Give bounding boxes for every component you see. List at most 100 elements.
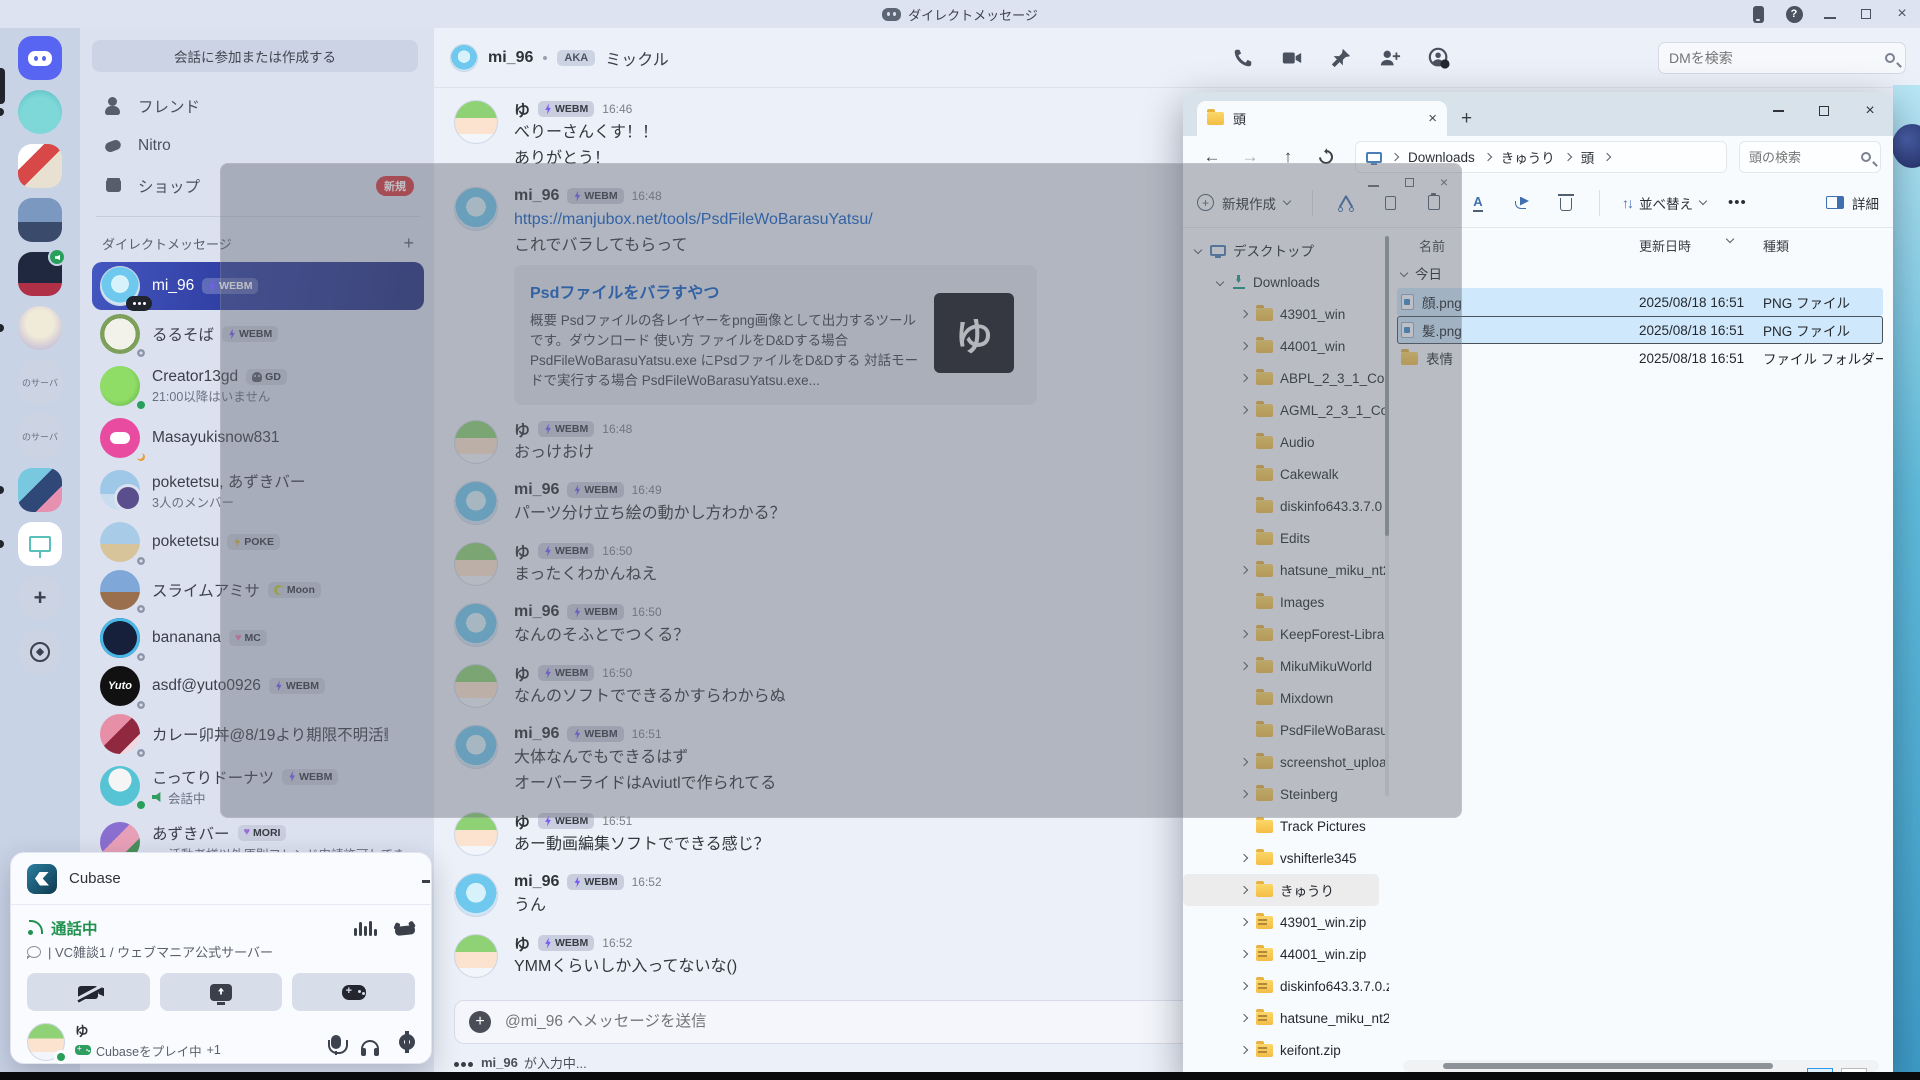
file-row-kao[interactable]: 顔.png 2025/08/18 16:51 PNG ファイル [1397, 288, 1883, 316]
column-date[interactable]: 更新日時 [1639, 236, 1763, 255]
shop-icon [102, 175, 124, 197]
desktop-wallpaper-strip [1893, 85, 1920, 1080]
file-list[interactable]: 名前 更新日時 種類 今日 顔.png 2025/08/18 16:51 PNG… [1389, 228, 1893, 1080]
join-conversation-button[interactable]: 会話に参加または作成する [92, 40, 418, 72]
tree-item[interactable]: keifont.zip [1183, 1034, 1389, 1066]
explorer-search-input[interactable] [1749, 150, 1849, 165]
file-row-hyojo[interactable]: 表情 2025/08/18 16:51 ファイル フォルダー [1397, 344, 1883, 372]
soundboard-icon[interactable] [354, 920, 377, 936]
camera-toggle-button[interactable] [27, 973, 150, 1011]
clan-tag: WEBM [538, 101, 594, 117]
help-icon[interactable]: ? [1784, 4, 1804, 24]
chat-user-nickname: ミックル [605, 46, 669, 70]
dragged-window-ghost: × [220, 163, 1462, 818]
tree-item[interactable]: vshifterle345 [1183, 842, 1389, 874]
mobile-app-icon[interactable] [1748, 4, 1768, 24]
window-maximize-button[interactable] [1856, 4, 1876, 24]
breadcrumb-kyuri[interactable]: きゅうり [1501, 147, 1555, 167]
tree-item[interactable]: 44001_win.zip [1183, 938, 1389, 970]
activity-button[interactable] [292, 973, 415, 1011]
sidebar-item-nitro[interactable]: Nitro [92, 126, 424, 166]
headphones-icon[interactable] [361, 1040, 379, 1050]
window-close-button[interactable]: × [1892, 4, 1912, 24]
file-group-today[interactable]: 今日 [1397, 258, 1883, 288]
hangup-icon[interactable] [395, 924, 416, 935]
typing-badge [126, 296, 152, 311]
dm-list-header: ダイレクトメッセージ [102, 234, 232, 253]
avatar[interactable] [454, 873, 498, 917]
dm-search-box[interactable] [1658, 42, 1906, 74]
unread-dot [0, 108, 4, 116]
discord-logo-icon [882, 8, 901, 21]
search-icon [1885, 53, 1895, 63]
details-pane-button[interactable]: 詳細 [1826, 193, 1879, 213]
avatar [100, 522, 140, 562]
ghost-close-icon: × [1440, 175, 1448, 189]
self-avatar[interactable] [27, 1023, 65, 1061]
tree-item[interactable]: diskinfo643.3.7.0.zip [1183, 970, 1389, 1002]
speaker-icon [152, 792, 164, 802]
file-row-kami[interactable]: 髪.png 2025/08/18 16:51 PNG ファイル [1397, 316, 1883, 344]
new-tab-button[interactable]: + [1461, 108, 1472, 130]
column-type[interactable]: 種類 [1763, 236, 1883, 255]
server-icon-4[interactable] [18, 252, 62, 296]
voice-activity-panel: Cubase 通話中 | VC雑談1 / ウェブマニア公式サーバー [10, 852, 432, 1064]
server-icon-1[interactable] [18, 90, 62, 134]
server-icon-6[interactable]: のサーバ [18, 360, 62, 404]
avatar[interactable] [454, 934, 498, 978]
voice-channel-name[interactable]: | VC雑談1 / ウェブマニア公式サーバー [48, 942, 273, 961]
camera-off-icon [78, 986, 98, 999]
avatar[interactable] [454, 812, 498, 856]
server-icon-5[interactable] [18, 306, 62, 350]
game-controller-icon [342, 985, 366, 1000]
typing-dots-icon [454, 1055, 475, 1070]
server-icon-7[interactable]: のサーバ [18, 414, 62, 458]
unread-dot [0, 324, 4, 332]
explorer-minimize-button[interactable] [1755, 92, 1801, 130]
window-minimize-button[interactable] [1820, 4, 1840, 24]
this-pc-icon[interactable] [1366, 152, 1382, 163]
chat-user-name[interactable]: mi_96 [488, 49, 533, 67]
dm-search-input[interactable] [1669, 50, 1869, 66]
sidebar-item-friends[interactable]: フレンド [92, 86, 424, 126]
self-username[interactable]: ゆ [75, 1024, 221, 1040]
explorer-search-box[interactable] [1739, 141, 1881, 173]
tree-item-kyuri[interactable]: きゅうり [1183, 874, 1379, 906]
explorer-maximize-button[interactable] [1801, 92, 1847, 130]
avatar[interactable] [454, 100, 498, 144]
share-button[interactable] [1511, 192, 1533, 214]
delete-button[interactable] [1555, 192, 1577, 214]
add-server-button[interactable]: + [18, 576, 62, 620]
server-icon-9[interactable] [18, 522, 62, 566]
message-text: YMMくらいしか入ってないな() [514, 954, 737, 980]
attach-plus-icon[interactable]: + [469, 1011, 491, 1033]
server-icon-8[interactable] [18, 468, 62, 512]
clan-tag: WEBM [538, 935, 594, 951]
sort-button[interactable]: ↑↓並べ替え [1622, 193, 1706, 213]
chevron-right-icon [1484, 153, 1492, 161]
server-icon-2[interactable] [18, 144, 62, 188]
explorer-tab[interactable]: 頭 × [1197, 101, 1447, 136]
explore-servers-button[interactable] [18, 630, 62, 674]
settings-gear-icon[interactable] [399, 1034, 415, 1050]
avatar [100, 570, 140, 610]
screenshare-button[interactable] [160, 973, 283, 1011]
active-server-pill [0, 68, 5, 104]
more-options-button[interactable]: ••• [1728, 194, 1747, 211]
user-profile-icon[interactable] [1428, 47, 1450, 69]
voice-call-icon[interactable] [1232, 47, 1254, 69]
activity-app-name: Cubase [69, 870, 121, 887]
rename-button[interactable]: A [1467, 192, 1489, 214]
pin-icon[interactable] [1330, 47, 1352, 69]
tab-close-icon[interactable]: × [1428, 110, 1437, 127]
tree-item[interactable]: 43901_win.zip [1183, 906, 1389, 938]
mic-icon[interactable] [331, 1035, 341, 1049]
add-friend-icon[interactable] [1378, 47, 1402, 69]
video-call-icon[interactable] [1280, 47, 1304, 69]
dm-home-button[interactable] [18, 36, 62, 80]
chat-user-avatar[interactable] [450, 44, 478, 72]
breadcrumb-atama[interactable]: 頭 [1581, 147, 1595, 167]
tree-item[interactable]: hatsune_miku_nt2_v1_0 [1183, 1002, 1389, 1034]
explorer-close-button[interactable]: × [1847, 92, 1893, 130]
server-icon-3[interactable] [18, 198, 62, 242]
